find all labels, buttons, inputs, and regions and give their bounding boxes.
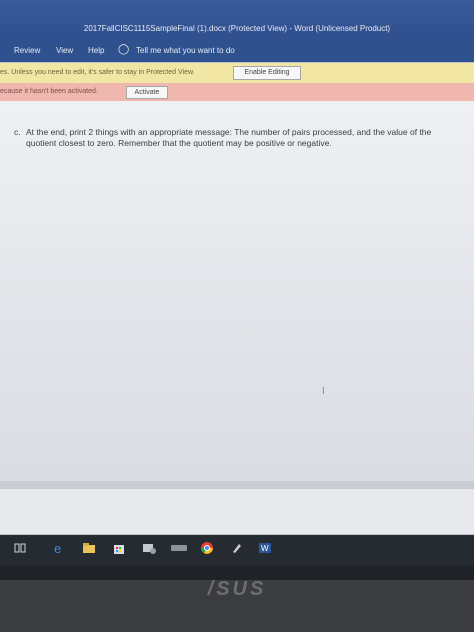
app-icon-2[interactable] [230,541,244,555]
item-text: At the end, print 2 things with an appro… [26,127,432,148]
window-title: 2017FallCISC1115SampleFinal (1).docx (Pr… [83,24,391,33]
tab-review[interactable]: Review [14,46,40,55]
ribbon: Review View Help ◯ Tell me what you want… [0,40,474,62]
task-view-icon[interactable] [14,541,28,555]
lightbulb-icon: ◯ [118,44,130,55]
protected-view-message: es. Unless you need to edit, it's safer … [0,69,195,76]
lower-area [0,489,474,534]
store-icon[interactable] [112,541,126,555]
status-strip [0,481,474,489]
activation-message: ecause it hasn't been activated. [0,88,98,95]
document-page[interactable]: c. At the end, print 2 things with an ap… [0,101,474,481]
title-bar: 2017FallCISC1115SampleFinal (1).docx (Pr… [0,0,474,40]
file-explorer-icon[interactable] [82,541,96,555]
keyboard-icon[interactable] [170,541,188,555]
app-icon[interactable] [142,541,156,555]
tab-view[interactable]: View [56,46,73,55]
tell-me-search[interactable]: Tell me what you want to do [136,46,235,55]
brand-logo: /SUS [207,578,267,600]
tab-help[interactable]: Help [88,46,104,55]
activation-bar: ecause it hasn't been activated. Activat… [0,83,474,101]
svg-text:W: W [261,544,269,553]
edge-icon[interactable]: e [52,541,66,555]
text-cursor-icon: I [322,386,325,397]
chrome-icon[interactable] [200,541,214,555]
word-icon[interactable]: W [258,541,272,555]
screen: 2017FallCISC1115SampleFinal (1).docx (Pr… [0,0,474,580]
enable-editing-button[interactable]: Enable Editing [233,66,301,80]
svg-text:e: e [54,541,61,555]
activate-button[interactable]: Activate [126,86,168,99]
protected-view-bar: es. Unless you need to edit, it's safer … [0,63,474,83]
taskbar: e W [0,535,474,565]
item-letter: c. [14,127,21,137]
